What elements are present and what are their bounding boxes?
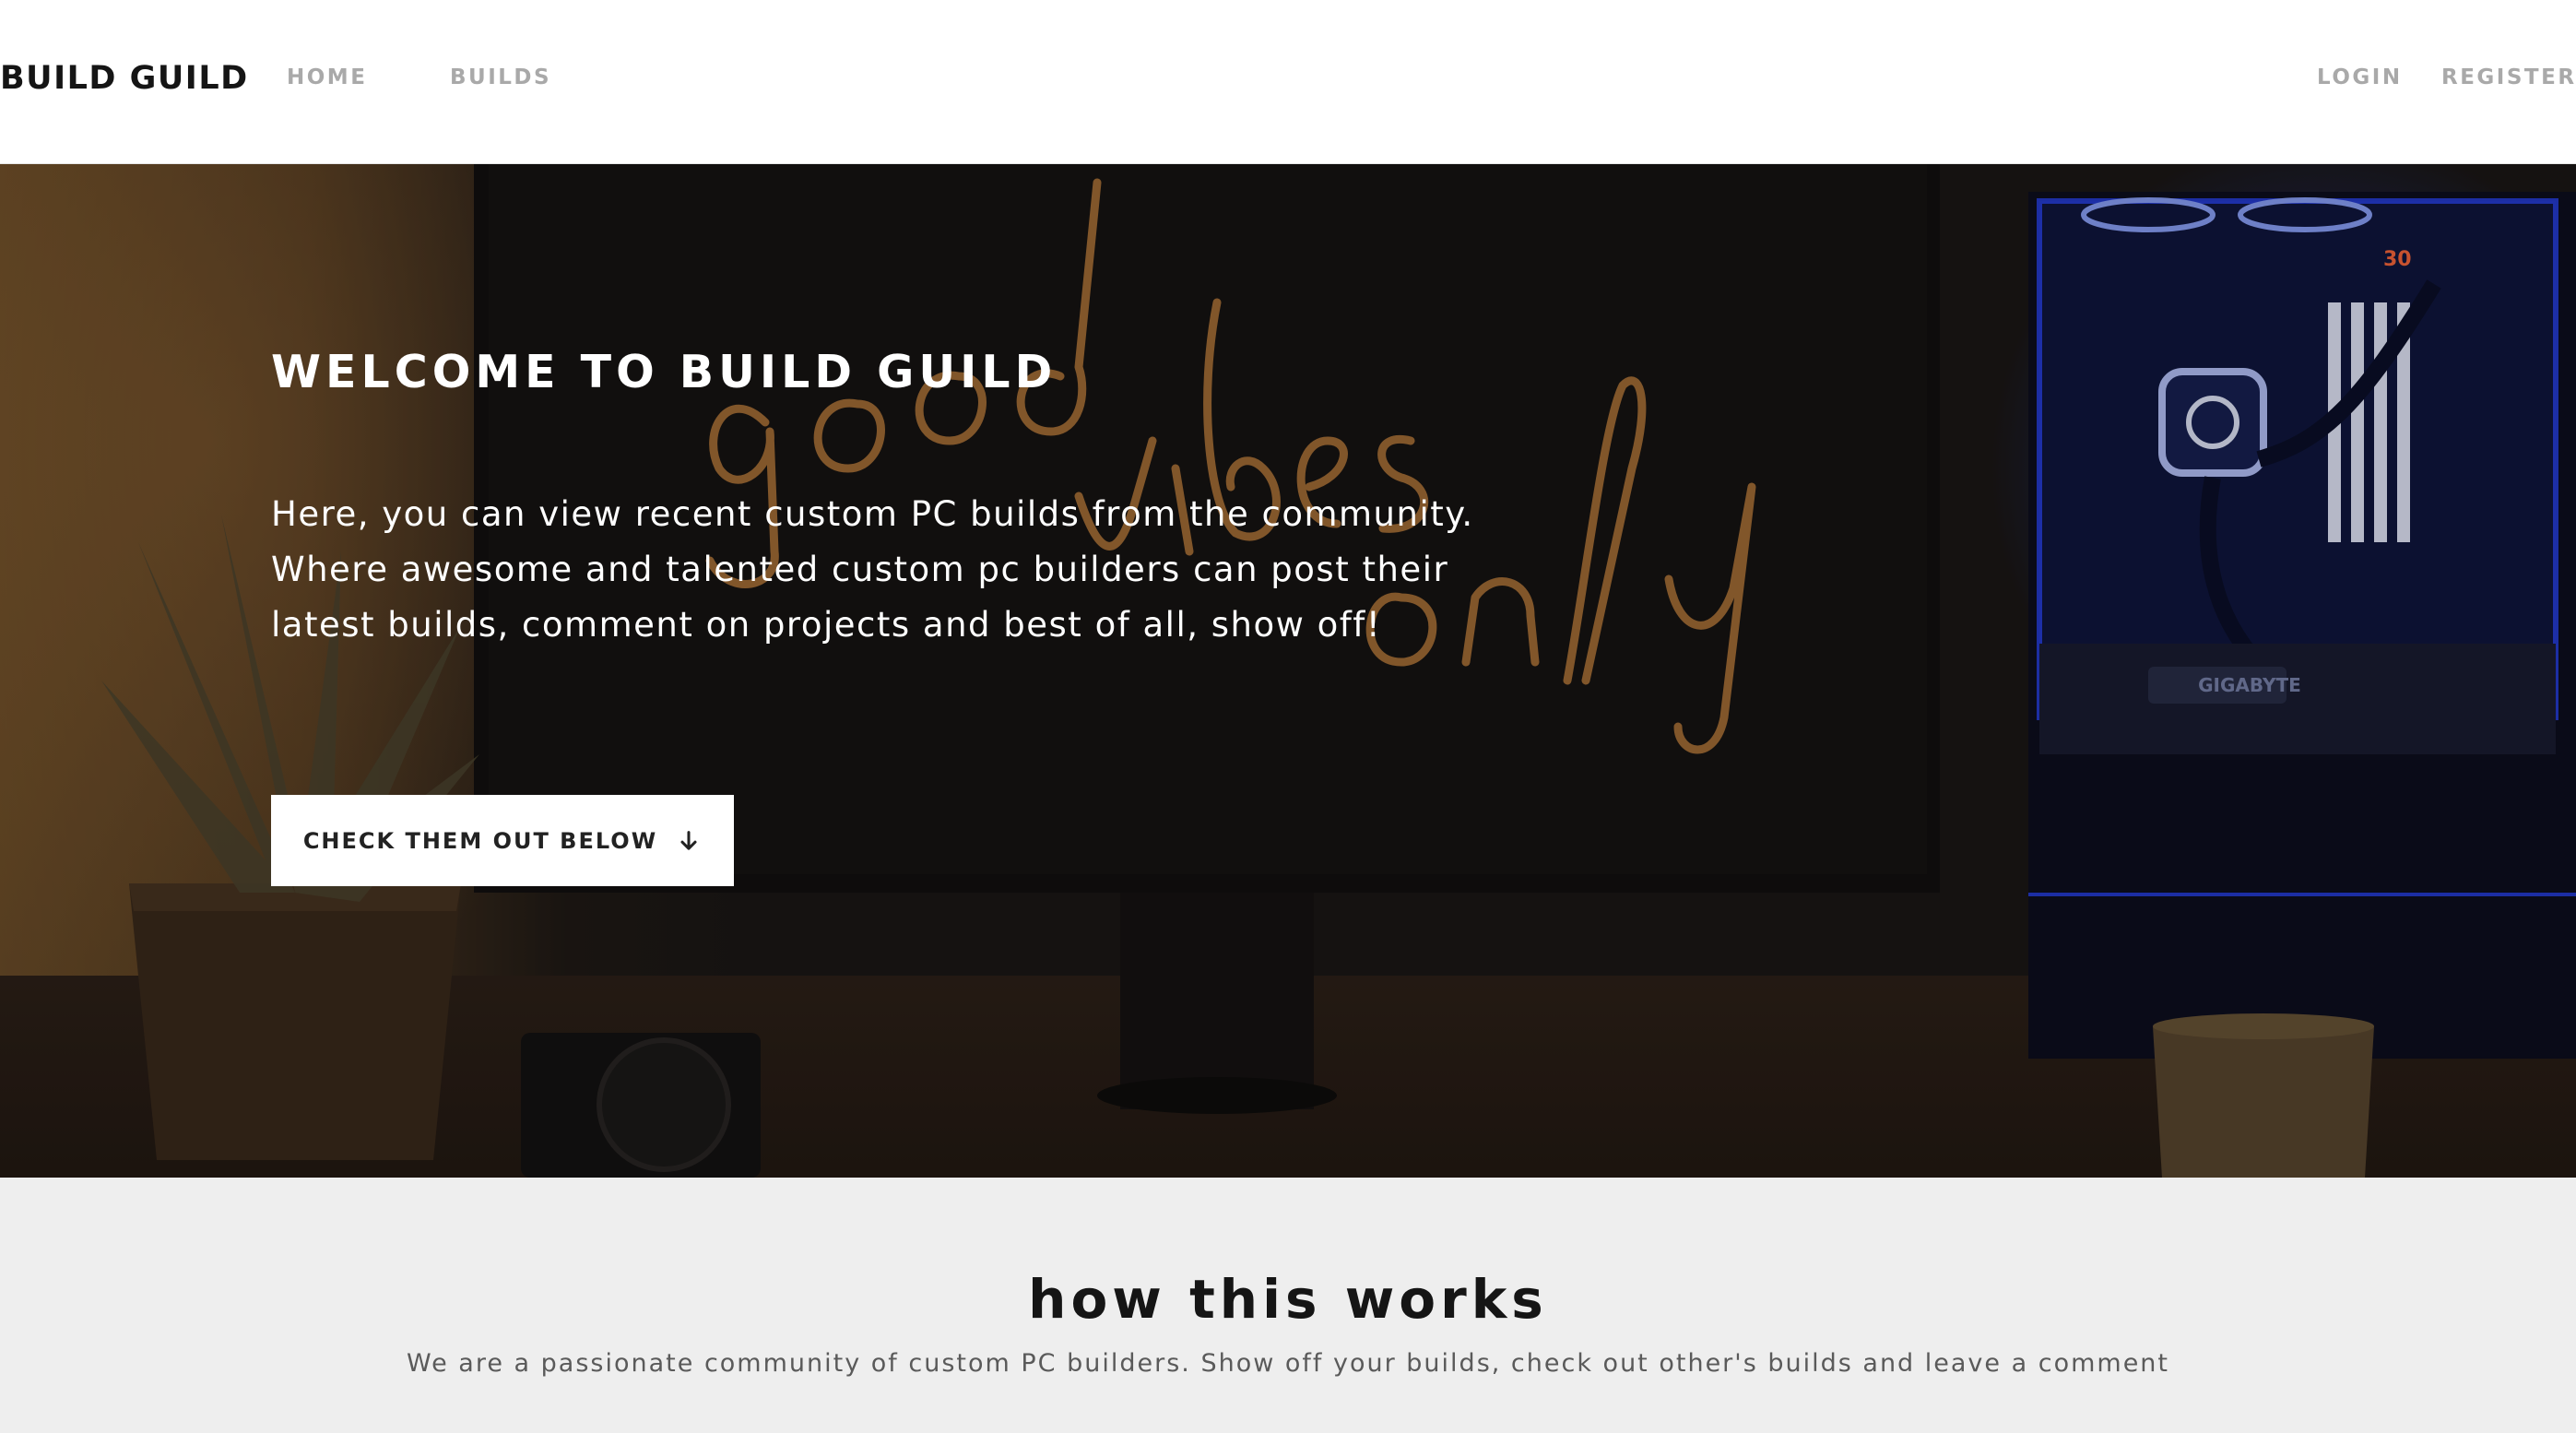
hero-title: WELCOME TO BUILD GUILD — [271, 346, 1058, 398]
register-link[interactable]: REGISTER — [2441, 63, 2576, 92]
hero-description-line: Here, you can view recent custom PC buil… — [271, 494, 1474, 534]
arrow-down-icon — [680, 830, 697, 850]
top-navbar: BUILD GUILD HOME BUILDS LOGIN REGISTER — [0, 0, 2576, 164]
how-it-works-description: We are a passionate community of custom … — [406, 1349, 2170, 1378]
nav-link-builds[interactable]: BUILDS — [450, 63, 551, 92]
hero-description: Here, you can view recent custom PC buil… — [271, 487, 1562, 653]
login-link[interactable]: LOGIN — [2317, 63, 2403, 92]
hero-overlay — [0, 164, 2576, 1178]
nav-link-home[interactable]: HOME — [287, 63, 367, 92]
how-it-works-title: how this works — [1028, 1268, 1548, 1331]
brand-logo[interactable]: BUILD GUILD — [0, 55, 249, 101]
check-them-out-button[interactable]: CHECK THEM OUT BELOW — [271, 795, 734, 886]
hero-section: GIGABYTE 30 WELCOME TO BUILD GUILD Here,… — [0, 164, 2576, 1178]
how-it-works-section: how this works We are a passionate commu… — [0, 1178, 2576, 1433]
hero-description-line: latest builds, comment on projects and b… — [271, 605, 1382, 645]
cta-label: CHECK THEM OUT BELOW — [302, 827, 658, 854]
hero-description-line: Where awesome and talented custom pc bui… — [271, 550, 1449, 589]
